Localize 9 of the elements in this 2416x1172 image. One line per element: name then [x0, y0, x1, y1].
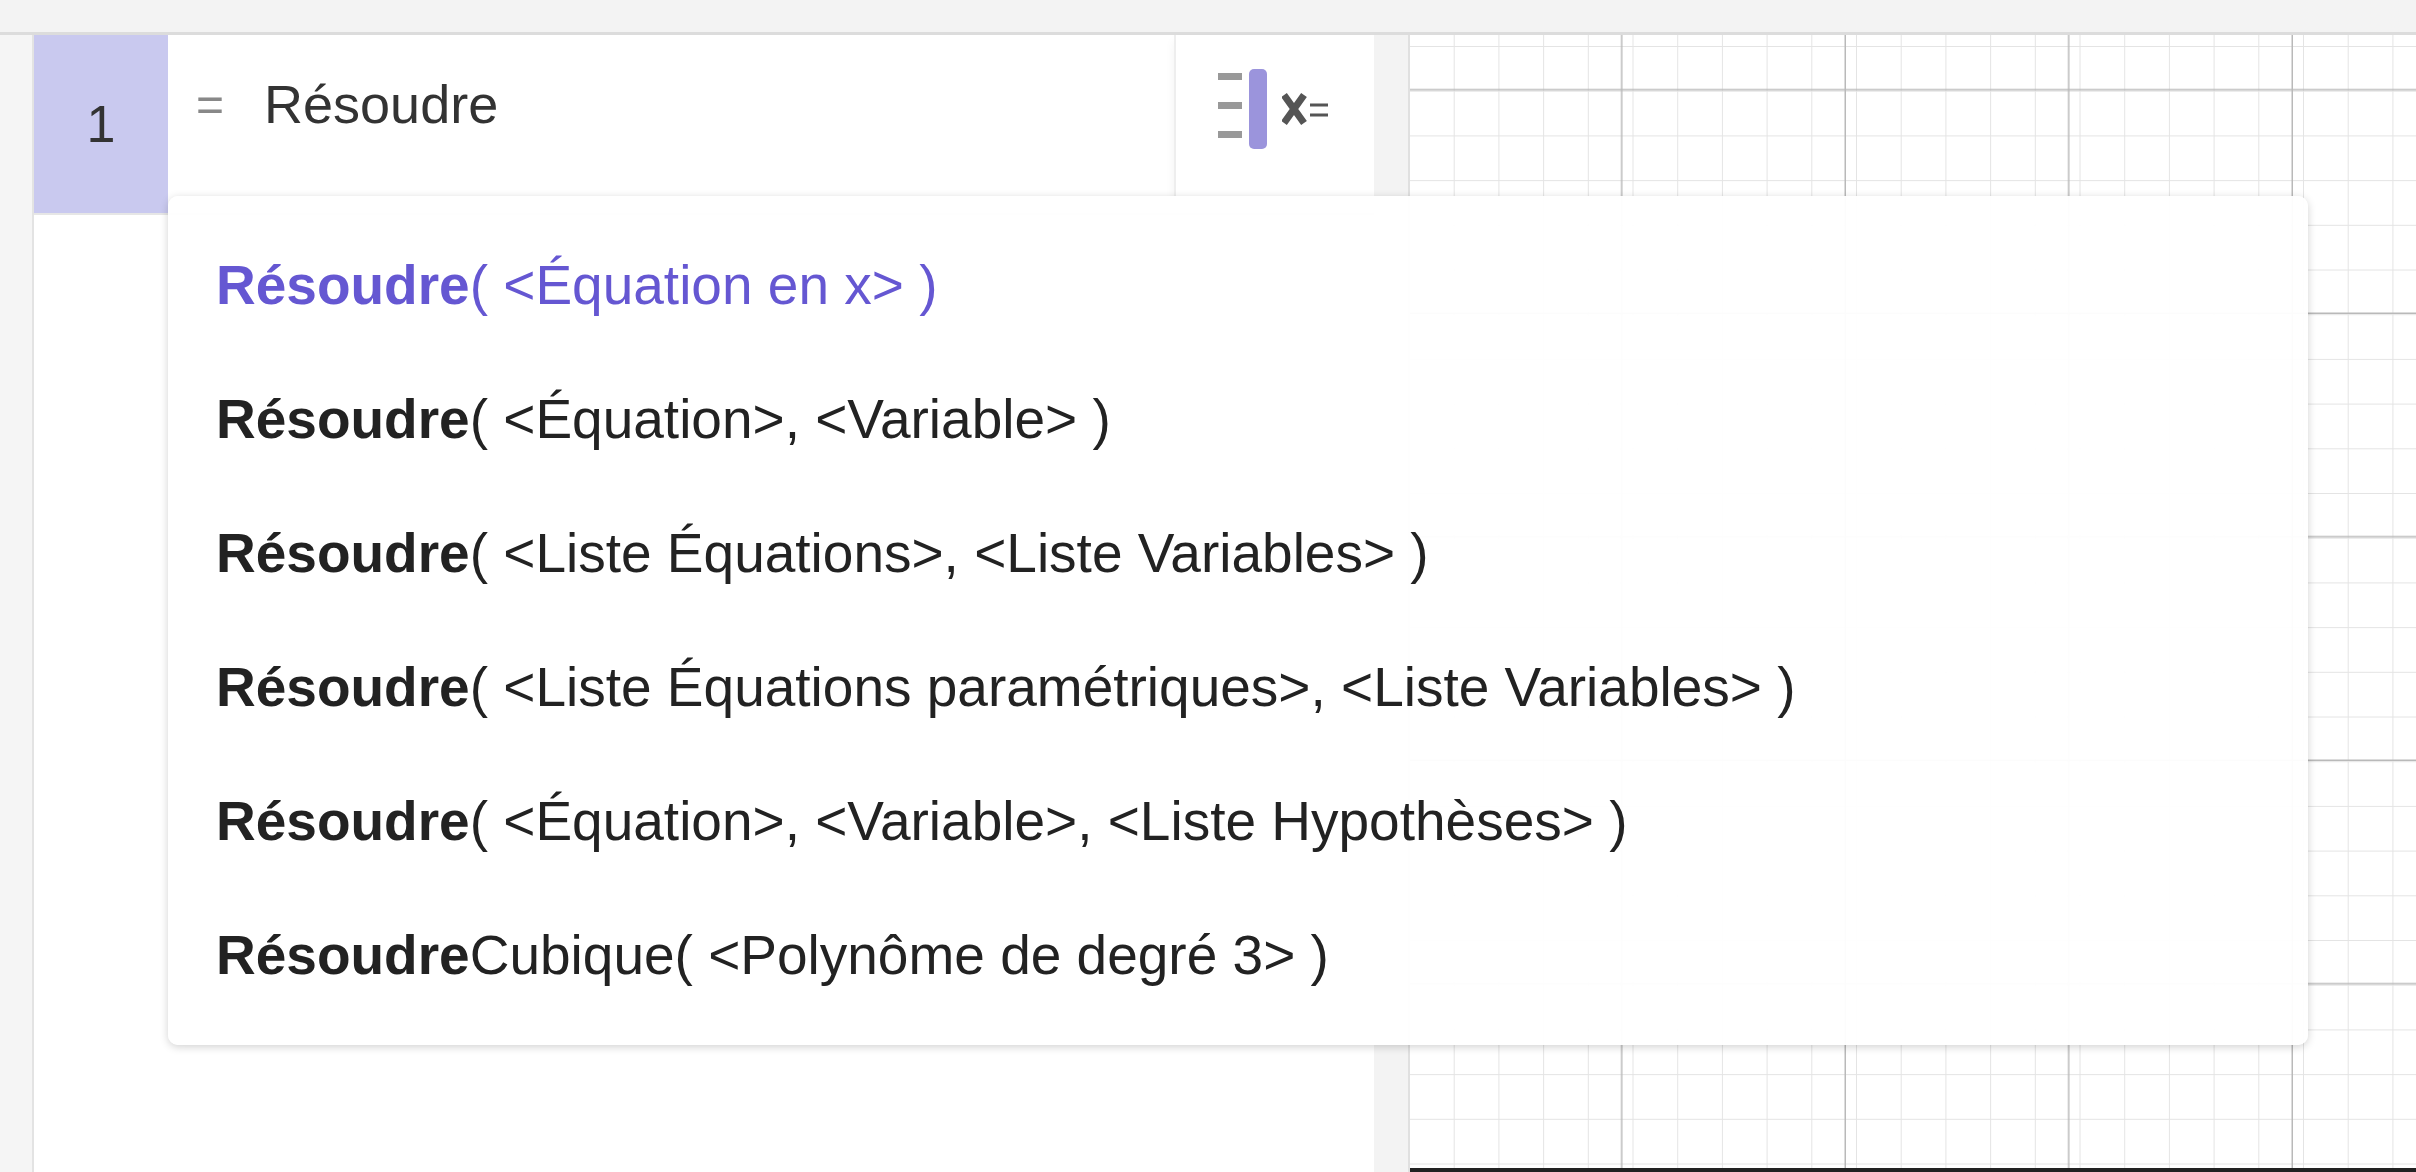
equals-sign: =	[196, 76, 225, 132]
suggestion-item[interactable]: RésoudreCubique( <Polynôme de degré 3> )	[216, 888, 1329, 1022]
suggestion-item[interactable]: Résoudre( <Équation en x> )	[216, 218, 938, 352]
suggestion-item[interactable]: Résoudre( <Liste Équations paramétriques>, <Liste Variables> )	[216, 620, 1796, 754]
suggestion-item[interactable]: Résoudre( <Équation>, <Variable> )	[216, 352, 1111, 486]
suggestion-item[interactable]: Résoudre( <Équation>, <Variable>, <Liste Hypothèses> )	[216, 754, 1628, 888]
row-number: 1	[34, 35, 168, 213]
suggestion-item[interactable]: Résoudre( <Liste Équations>, <Liste Variables> )	[216, 486, 1429, 620]
input-text: Résoudre	[264, 73, 499, 135]
